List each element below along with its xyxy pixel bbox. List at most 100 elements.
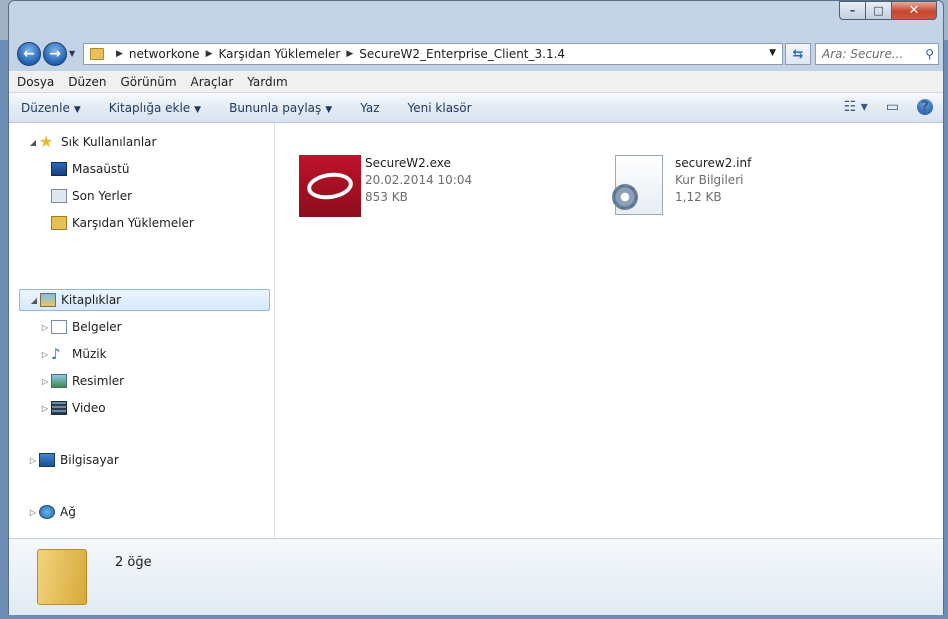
folder-icon: [37, 549, 87, 605]
breadcrumb-downloads[interactable]: Karşıdan Yüklemeler: [218, 47, 340, 61]
tree-item-pictures[interactable]: ▷ Resimler: [39, 370, 124, 392]
menu-gorunum[interactable]: Görünüm: [120, 75, 176, 89]
breadcrumb-separator-icon[interactable]: ▶: [346, 49, 353, 59]
preview-pane-icon[interactable]: ▭: [886, 99, 899, 115]
tree-network-label: Ağ: [60, 505, 76, 519]
menu-dosya[interactable]: Dosya: [17, 75, 54, 89]
tree-libraries[interactable]: ◢ Kitaplıklar: [19, 289, 270, 311]
securew2-app-icon: [299, 155, 361, 217]
securew2-logo: [305, 169, 355, 203]
libraries-icon: [40, 293, 56, 307]
tree-item-label: Belgeler: [72, 320, 122, 334]
file-name: securew2.inf: [675, 156, 752, 170]
recent-pages-dropdown-icon[interactable]: ▼: [69, 49, 75, 58]
video-icon: [51, 401, 67, 415]
tree-item-video[interactable]: ▷ Video: [39, 397, 106, 419]
chevron-down-icon: ▼: [73, 104, 81, 115]
expand-arrow-icon[interactable]: ▷: [39, 404, 51, 413]
tree-item-desktop[interactable]: Masaüstü: [51, 158, 129, 180]
address-bar[interactable]: ▶ networkone ▶ Karşıdan Yüklemeler ▶ Sec…: [83, 43, 783, 65]
details-pane: 2 öğe: [9, 538, 943, 615]
desktop-icon: [51, 162, 67, 176]
share-with-label: Bununla paylaş: [229, 100, 322, 115]
file-list: SecureW2.exe 20.02.2014 10:04 853 KB sec…: [275, 123, 943, 538]
tree-favorites-label: Sık Kullanılanlar: [61, 135, 157, 149]
organize-button[interactable]: Düzenle ▼: [21, 101, 81, 115]
tree-computer-label: Bilgisayar: [60, 453, 119, 467]
navigation-pane: ◢ ★ Sık Kullanılanlar Masaüstü Son Yerle…: [9, 123, 275, 538]
close-button[interactable]: ✕: [891, 1, 937, 20]
file-size: 1,12 KB: [675, 190, 722, 204]
maximize-button[interactable]: □: [865, 1, 891, 20]
item-count: 2 öğe: [115, 555, 152, 570]
refresh-button[interactable]: ⇆: [785, 43, 811, 65]
breadcrumb-separator-icon[interactable]: ▶: [116, 49, 123, 59]
search-input[interactable]: Ara: Secure... ⚲: [815, 43, 939, 65]
include-in-library-button[interactable]: Kitaplığa ekle ▼: [109, 101, 201, 115]
tree-computer[interactable]: ▷ Bilgisayar: [27, 449, 119, 471]
tree-item-label: Karşıdan Yüklemeler: [72, 216, 194, 230]
share-with-button[interactable]: Bununla paylaş ▼: [229, 101, 332, 115]
help-icon[interactable]: ?: [917, 99, 933, 115]
menu-duzen[interactable]: Düzen: [68, 75, 106, 89]
file-size: 853 KB: [365, 190, 408, 204]
file-name: SecureW2.exe: [365, 156, 451, 170]
tree-item-music[interactable]: ▷ ♪ Müzik: [39, 343, 107, 365]
navigation-bar: ← → ▼ ▶ networkone ▶ Karşıdan Yüklemeler…: [9, 39, 943, 67]
collapse-arrow-icon[interactable]: ◢: [27, 138, 39, 147]
star-icon: ★: [39, 132, 54, 151]
search-placeholder: Ara: Secure...: [822, 47, 904, 61]
tree-favorites[interactable]: ◢ ★ Sık Kullanılanlar: [27, 131, 157, 153]
recent-places-icon: [51, 189, 67, 203]
explorer-window: – □ ✕ ← → ▼ ▶ networkone ▶ Karşıdan Yükl…: [8, 0, 944, 615]
file-item[interactable]: SecureW2.exe 20.02.2014 10:04 853 KB: [299, 155, 472, 217]
breadcrumb-networkone[interactable]: networkone: [129, 47, 200, 61]
downloads-folder-icon: [51, 216, 67, 230]
burn-button[interactable]: Yaz: [360, 101, 379, 115]
expand-arrow-icon[interactable]: ▷: [27, 508, 39, 517]
include-in-library-label: Kitaplığa ekle: [108, 100, 191, 115]
expand-arrow-icon[interactable]: ▷: [39, 350, 51, 359]
breadcrumb-current-folder[interactable]: SecureW2_Enterprise_Client_3.1.4: [359, 47, 565, 61]
setup-info-file-icon: [612, 155, 663, 215]
tree-item-documents[interactable]: ▷ Belgeler: [39, 316, 122, 338]
forward-button[interactable]: →: [43, 42, 67, 66]
search-icon[interactable]: ⚲: [925, 47, 934, 61]
computer-icon: [39, 453, 55, 467]
tree-item-label: Masaüstü: [72, 162, 130, 176]
minimize-button[interactable]: –: [839, 1, 865, 20]
chevron-down-icon: ▼: [325, 104, 333, 115]
network-icon: [39, 505, 55, 519]
back-button[interactable]: ←: [17, 42, 41, 66]
tree-item-recent[interactable]: Son Yerler: [51, 185, 132, 207]
tree-libraries-label: Kitaplıklar: [61, 293, 122, 307]
caption-buttons: – □ ✕: [839, 1, 937, 20]
tree-item-downloads[interactable]: Karşıdan Yüklemeler: [51, 212, 194, 234]
tree-item-label: Son Yerler: [72, 189, 133, 203]
file-item[interactable]: securew2.inf Kur Bilgileri 1,12 KB: [609, 155, 751, 215]
address-dropdown-icon[interactable]: ▼: [769, 48, 776, 58]
music-icon: ♪: [51, 345, 61, 363]
new-folder-button[interactable]: Yeni klasör: [408, 101, 472, 115]
tree-item-label: Müzik: [72, 347, 107, 361]
tree-item-label: Video: [72, 401, 106, 415]
expand-arrow-icon[interactable]: ▷: [27, 456, 39, 465]
tree-item-label: Resimler: [72, 374, 125, 388]
organize-label: Düzenle: [21, 100, 70, 115]
file-info: SecureW2.exe 20.02.2014 10:04 853 KB: [365, 155, 472, 217]
pictures-icon: [51, 374, 67, 388]
expand-arrow-icon[interactable]: ▷: [39, 377, 51, 386]
view-icon[interactable]: ☷ ▾: [844, 99, 868, 115]
collapse-arrow-icon[interactable]: ◢: [28, 296, 40, 305]
folder-icon: [90, 48, 104, 60]
breadcrumb-separator-icon[interactable]: ▶: [206, 49, 213, 59]
new-folder-label: Yeni klasör: [407, 100, 472, 115]
tree-network[interactable]: ▷ Ağ: [27, 501, 76, 523]
file-type: Kur Bilgileri: [675, 173, 744, 187]
menu-araclar[interactable]: Araçlar: [191, 75, 234, 89]
expand-arrow-icon[interactable]: ▷: [39, 323, 51, 332]
burn-label: Yaz: [360, 100, 380, 115]
menu-yardim[interactable]: Yardım: [247, 75, 287, 89]
view-controls: ☷ ▾ ▭ ?: [826, 99, 933, 115]
gear-icon: [612, 184, 638, 210]
